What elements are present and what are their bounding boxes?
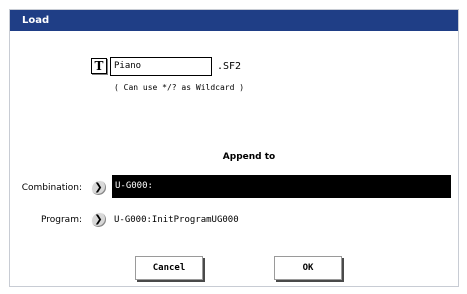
combination-label: Combination: bbox=[21, 183, 82, 193]
combination-field[interactable]: U-G000: bbox=[112, 175, 451, 198]
program-field[interactable]: U-G000:InitProgramUG000 bbox=[114, 214, 239, 226]
combination-select-arrow-icon[interactable]: ❯ bbox=[91, 180, 106, 195]
dialog-title: Load bbox=[10, 10, 458, 31]
program-select-arrow-icon[interactable]: ❯ bbox=[91, 212, 106, 227]
filename-input[interactable]: Piano bbox=[110, 57, 212, 76]
text-edit-icon[interactable]: T bbox=[91, 58, 107, 74]
cancel-button[interactable]: Cancel bbox=[135, 256, 203, 280]
wildcard-hint: ( Can use */? as Wildcard ) bbox=[114, 83, 245, 92]
ok-button[interactable]: OK bbox=[274, 256, 342, 280]
append-to-heading: Append to bbox=[222, 152, 276, 162]
load-dialog: Load T Piano .SF2 ( Can use */? as Wildc… bbox=[9, 9, 459, 287]
program-label: Program: bbox=[40, 215, 82, 225]
file-extension-label: .SF2 bbox=[217, 61, 242, 72]
